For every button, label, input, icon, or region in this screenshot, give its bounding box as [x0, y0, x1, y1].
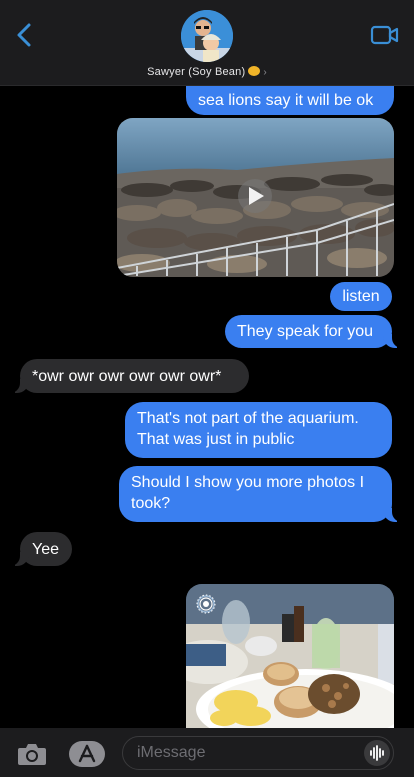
message-text: sea lions say it will be ok [198, 92, 374, 109]
message-text: listen [342, 288, 380, 305]
message-bubble-sent[interactable]: listen [330, 282, 392, 311]
message-input[interactable] [122, 736, 394, 770]
message-text: *owr owr owr owr owr owr* [32, 368, 222, 385]
message-text-line: That's not part of the aquarium. [137, 410, 359, 427]
back-chevron-icon[interactable] [12, 20, 38, 50]
message-bubble-sent[interactable]: Should I show you more photos I took? [119, 466, 403, 522]
message-text-line: took? [131, 495, 171, 512]
contact-chevron-icon[interactable]: › [263, 67, 267, 78]
camera-icon[interactable] [16, 741, 48, 767]
contact-avatar[interactable] [181, 10, 233, 62]
message-bubble-received[interactable]: *owr owr owr owr owr owr* [9, 359, 249, 393]
message-bubble-sent[interactable]: sea lions say it will be ok [186, 86, 394, 115]
contact-name[interactable]: Sawyer (Soy Bean) › [0, 66, 414, 78]
live-photo-icon [196, 594, 216, 614]
conversation-header: Sawyer (Soy Bean) › [0, 0, 414, 86]
message-text: They speak for you [237, 323, 374, 340]
audio-message-button[interactable] [364, 740, 390, 766]
app-store-icon[interactable] [68, 740, 106, 768]
message-bubble-sent[interactable]: That's not part of the aquarium. That wa… [125, 402, 392, 458]
composer-bar [0, 728, 414, 777]
video-attachment[interactable] [117, 118, 394, 277]
pufferfish-emoji-icon [248, 66, 261, 76]
message-text-line: Should I show you more photos I [131, 474, 365, 491]
message-text: Yee [32, 541, 59, 558]
waveform-icon [370, 745, 384, 761]
photo-attachment[interactable] [186, 584, 394, 730]
video-call-icon[interactable] [370, 24, 400, 46]
message-bubble-sent[interactable]: They speak for you [225, 315, 403, 348]
contact-name-label[interactable]: Sawyer (Soy Bean) [147, 66, 245, 78]
message-text-line: That was just in public [137, 431, 295, 448]
message-bubble-received[interactable]: Yee [9, 532, 72, 566]
